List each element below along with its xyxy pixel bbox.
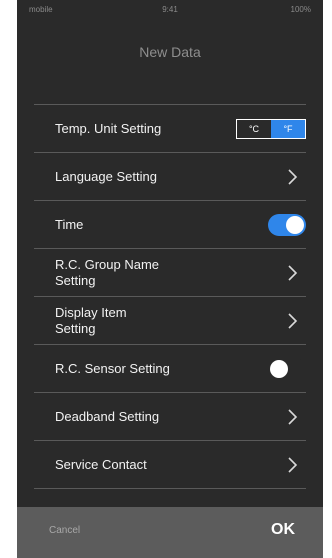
rc-sensor-toggle[interactable] xyxy=(268,357,306,380)
chevron-right-icon xyxy=(288,264,298,281)
chevron-right-icon xyxy=(288,312,298,329)
status-bar: mobile 9:41 100% xyxy=(17,0,323,22)
chevron-right-icon xyxy=(288,168,298,185)
cancel-button[interactable]: Cancel xyxy=(49,525,80,536)
row-time: Time xyxy=(34,201,306,249)
bottom-action-bar: Cancel OK xyxy=(17,507,323,558)
service-contact-label: Service Contact xyxy=(55,456,147,472)
temp-unit-toggle[interactable]: °C °F xyxy=(236,118,306,139)
display-item-label: Display Item Setting xyxy=(55,304,127,336)
unit-fahrenheit-option[interactable]: °F xyxy=(271,119,305,138)
battery-text: 100% xyxy=(290,5,311,14)
time-label: Time xyxy=(55,216,84,232)
row-service-contact[interactable]: Service Contact xyxy=(34,441,306,489)
toggle-knob xyxy=(270,359,288,378)
row-language-setting[interactable]: Language Setting xyxy=(34,153,306,201)
unit-celsius-option[interactable]: °C xyxy=(237,119,271,138)
chevron-right-icon xyxy=(288,408,298,425)
page-title: New Data xyxy=(139,44,201,60)
rc-sensor-label: R.C. Sensor Setting xyxy=(55,360,170,376)
toggle-knob xyxy=(286,215,304,234)
time-toggle[interactable] xyxy=(268,213,306,236)
temp-unit-label: Temp. Unit Setting xyxy=(55,120,162,136)
row-rc-group-name[interactable]: R.C. Group Name Setting xyxy=(34,249,306,297)
row-rc-sensor: R.C. Sensor Setting xyxy=(34,345,306,393)
row-deadband[interactable]: Deadband Setting xyxy=(34,393,306,441)
chevron-right-icon xyxy=(288,456,298,473)
app-screen: mobile 9:41 100% New Data Temp. Unit Set… xyxy=(17,0,323,558)
deadband-label: Deadband Setting xyxy=(55,408,160,424)
language-setting-label: Language Setting xyxy=(55,168,157,184)
row-display-item[interactable]: Display Item Setting xyxy=(34,297,306,345)
settings-list: Temp. Unit Setting °C °F Language Settin… xyxy=(34,104,306,489)
row-temp-unit: Temp. Unit Setting °C °F xyxy=(34,105,306,153)
status-time: 9:41 xyxy=(162,5,178,14)
ok-button[interactable]: OK xyxy=(271,521,295,539)
rc-group-name-label: R.C. Group Name Setting xyxy=(55,256,160,288)
